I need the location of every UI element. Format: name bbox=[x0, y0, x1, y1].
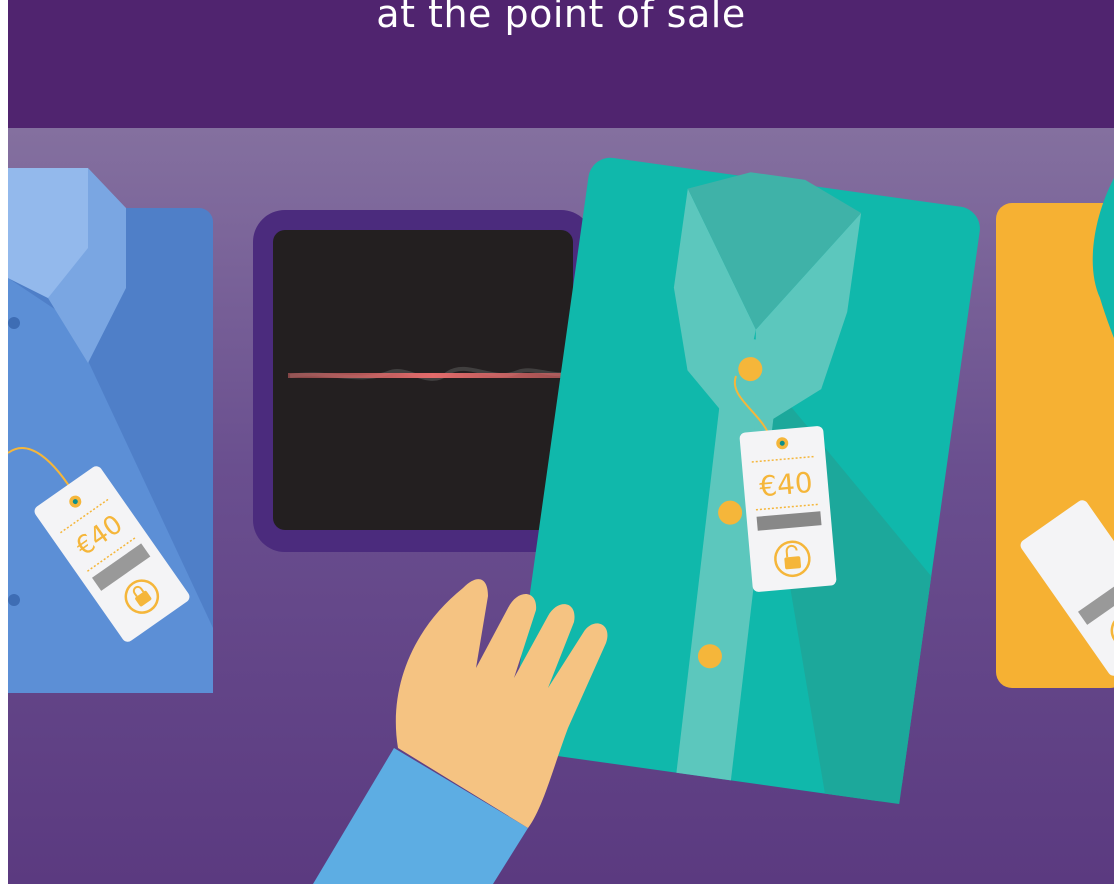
point-of-sale-scene: €40 €40 bbox=[8, 128, 1114, 884]
yellow-shirt bbox=[996, 178, 1114, 688]
center-price-label: €40 bbox=[758, 466, 814, 504]
barcode-scanner bbox=[253, 210, 593, 552]
headline: at the point of sale bbox=[376, 0, 746, 36]
hero-illustration: at the point of sale €40 €40 bbox=[8, 0, 1114, 884]
blue-shirt: €40 bbox=[8, 168, 213, 693]
center-price-tag: €40 bbox=[739, 426, 837, 592]
header-band: at the point of sale bbox=[8, 0, 1114, 128]
